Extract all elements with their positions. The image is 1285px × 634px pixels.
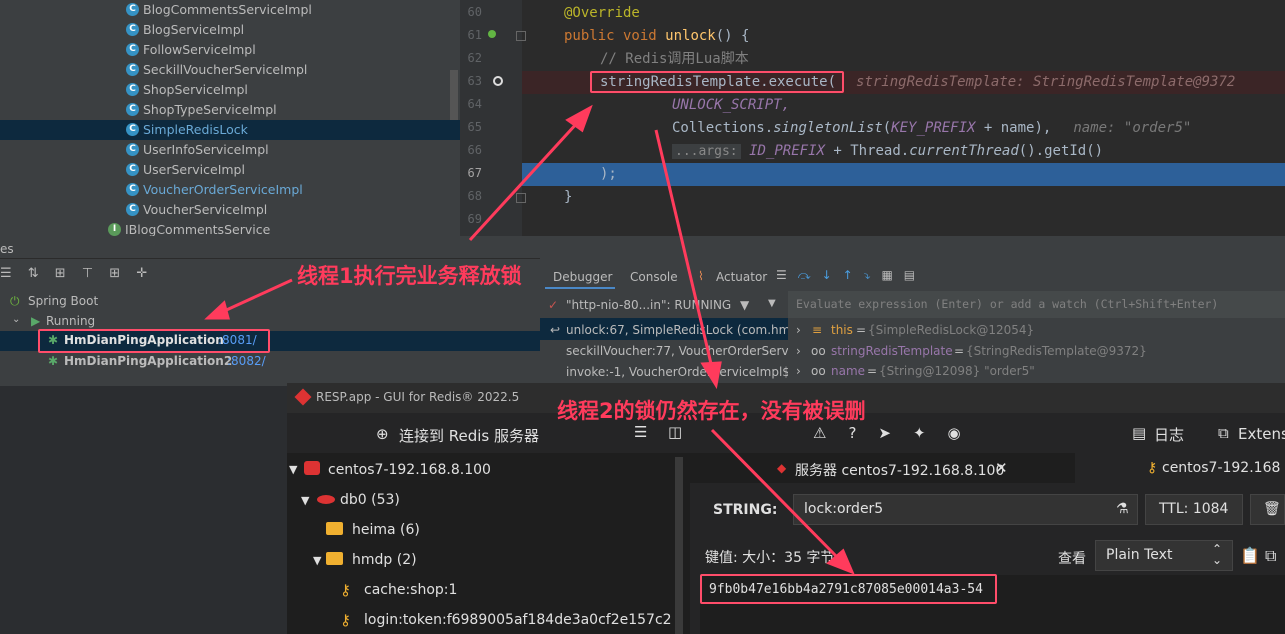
arrow-to-app1	[221, 278, 293, 314]
arrow-to-execute	[468, 120, 580, 242]
annotation-arrows	[204, 104, 855, 575]
callout-thread1: 线程1执行完业务释放锁	[297, 264, 522, 288]
arrowhead	[204, 300, 230, 320]
arrowhead	[565, 104, 593, 133]
arrow-to-name	[654, 129, 714, 369]
arrow-to-value	[710, 428, 840, 560]
arrowhead	[700, 361, 722, 390]
callout-thread2: 线程2的锁仍然存在，没有被误删	[557, 399, 866, 423]
